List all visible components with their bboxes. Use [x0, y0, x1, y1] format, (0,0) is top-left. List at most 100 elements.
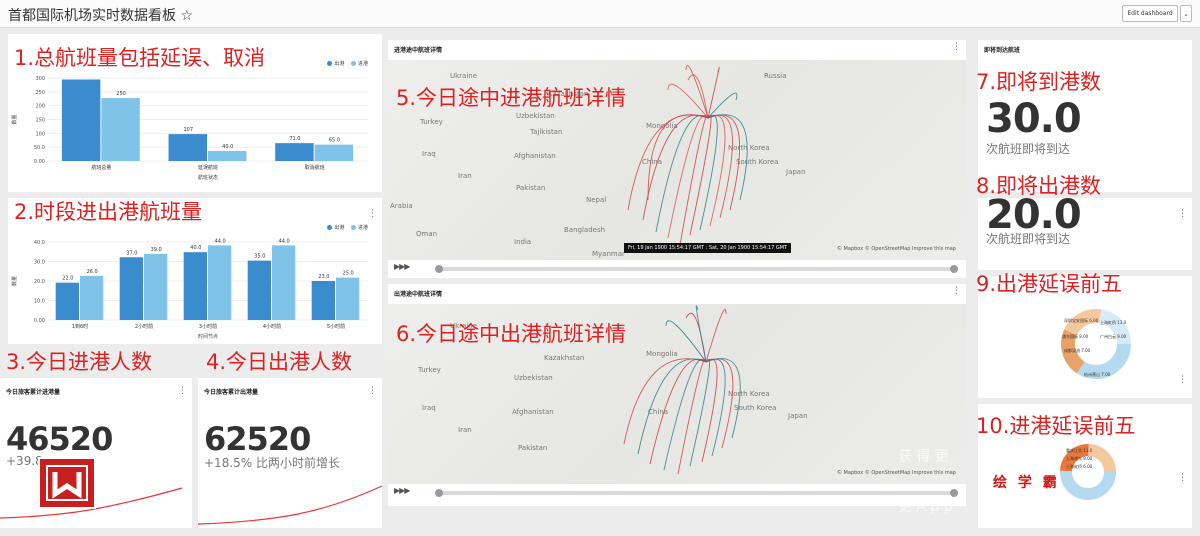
bar-value-label: 250	[116, 91, 126, 97]
edit-dashboard-button[interactable]: Edit dashboard	[1122, 5, 1178, 22]
panel-title: 进港途中航班详情	[394, 47, 443, 54]
time-slider-start-handle[interactable]	[435, 489, 443, 497]
flight-arc	[642, 114, 709, 221]
arrival-count: 30.0	[986, 96, 1082, 142]
bar[interactable]	[247, 260, 271, 320]
annotation-7: 7.即将到港数	[976, 70, 1102, 94]
y-tick-label: 0.00	[34, 318, 45, 324]
y-tick-label: 30.0	[34, 260, 45, 266]
flight-arc	[705, 358, 741, 439]
bar[interactable]	[119, 257, 143, 320]
y-tick-label: 0.00	[34, 159, 45, 165]
annotation-4: 4.今日出港人数	[206, 350, 353, 374]
donut-label: 深圳宝安国际 6.00	[1064, 318, 1099, 323]
x-tick-label: 1到6时	[72, 323, 88, 330]
bar[interactable]	[144, 253, 168, 320]
dashboard-title: 首都国际机场实时数据看板 ☆	[8, 8, 194, 24]
bar[interactable]	[55, 282, 79, 320]
dashboard-header: 首都国际机场实时数据看板 ☆ Edit dashboard ⌄	[0, 0, 1200, 28]
bar-value-label: 37.0	[126, 250, 137, 256]
bar-value-label: 65.0	[329, 138, 340, 144]
x-axis-label: 时间节点	[198, 333, 218, 340]
annotation-2: 2.时段进出港航班量	[14, 200, 203, 224]
bar[interactable]	[101, 98, 140, 161]
annotation-5: 5.今日途中进港航班详情	[396, 86, 627, 110]
play-controls-icon[interactable]: ▶▶▶	[394, 262, 411, 271]
annotation-6: 6.今日途中出港航班详情	[396, 322, 627, 346]
bar[interactable]	[336, 277, 360, 320]
x-axis-label: 航班状态	[198, 174, 218, 181]
panel-menu-icon[interactable]: ⋮	[952, 43, 961, 52]
watermark-brand: 绘 学 霸	[993, 475, 1060, 491]
passenger-out-panel: 今日旅客累计出港量 ⋮ 62520 +18.5% 比两小时前增长	[198, 378, 382, 528]
x-tick-label: 2小时前	[135, 323, 153, 330]
y-tick-label: 250	[35, 90, 45, 96]
bar[interactable]	[183, 252, 207, 320]
bar[interactable]	[275, 143, 314, 161]
flight-arc	[705, 309, 727, 363]
y-tick-label: 150	[35, 118, 45, 124]
y-tick-label: 40.0	[34, 240, 45, 246]
time-slider-end-handle[interactable]	[950, 265, 958, 273]
x-tick-label: 3小时前	[199, 323, 217, 330]
bar-value-label: 23.0	[318, 274, 329, 280]
flight-arc	[707, 114, 741, 211]
bar[interactable]	[168, 134, 207, 161]
bar[interactable]	[314, 144, 354, 161]
bar[interactable]	[208, 245, 232, 320]
bar[interactable]	[272, 245, 296, 320]
time-slider-track[interactable]	[438, 267, 956, 271]
time-tooltip: Fri, 19 Jan 1900 15:54:17 GMT : Sat, 20 …	[624, 243, 792, 253]
bar-value-label: 22.0	[62, 276, 73, 282]
inbound-map-panel: 进港途中航班详情 ⋮ Ukraine Kazakhstan Uzbekistan…	[388, 40, 966, 278]
time-slider-track[interactable]	[438, 491, 956, 495]
x-tick-label: 航班总量	[91, 164, 111, 171]
bar-value-label: 44.0	[215, 238, 226, 244]
bar[interactable]	[208, 150, 247, 161]
flight-arc	[623, 358, 707, 445]
donut-label: 重庆江北 11.0	[1066, 448, 1093, 453]
annotation-8: 8.即将出港数	[976, 174, 1102, 198]
watermark: 更 A p p	[898, 499, 953, 515]
bar-value-label: 25.0	[343, 271, 354, 277]
flight-arc	[685, 312, 707, 363]
arrival-panel: 即将到达航班 30.0 次航班即将到达	[978, 40, 1192, 192]
y-axis-label: 数量	[11, 114, 18, 124]
bar-value-label: 26.0	[87, 269, 98, 275]
panel-menu-icon[interactable]: ⋮	[1178, 474, 1187, 483]
outbound-map-panel: 出港途中航班详情 ⋮ Ukraine Kazakhstan Uzbekistan…	[388, 284, 966, 506]
y-tick-label: 10.0	[34, 299, 45, 305]
panel-menu-icon[interactable]: ⋮	[1178, 210, 1187, 219]
x-tick-label: 5小时前	[327, 323, 345, 330]
time-slider-start-handle[interactable]	[435, 265, 443, 273]
bar-value-label: 44.0	[279, 238, 290, 244]
dropdown-caret-button[interactable]: ⌄	[1180, 5, 1192, 22]
donut-label: 广州白云 9.00	[1100, 334, 1127, 339]
x-tick-label: 延误航班	[198, 164, 218, 171]
donut-label: 浦东国际 8.00	[1062, 334, 1089, 339]
flight-arc	[707, 114, 748, 201]
y-axis-label: 数量	[11, 276, 18, 286]
annotation-3: 3.今日进港人数	[6, 350, 153, 374]
panel-menu-icon[interactable]: ⋮	[952, 287, 961, 296]
panel-title: 出港途中航班详情	[394, 291, 443, 298]
brand-logo	[38, 457, 96, 509]
y-tick-label: 200	[35, 104, 45, 110]
bar-value-label: 71.0	[289, 136, 300, 142]
bar[interactable]	[311, 281, 335, 320]
bar-value-label: 40.0	[190, 245, 201, 251]
play-controls-icon[interactable]: ▶▶▶	[394, 486, 411, 495]
map-attribution[interactable]: © Mapbox © OpenStreetMap Improve this ma…	[837, 246, 956, 252]
map-attribution[interactable]: © Mapbox © OpenStreetMap Improve this ma…	[837, 470, 956, 476]
flight-arc	[687, 74, 709, 119]
flight-arc	[701, 358, 718, 463]
annotation-9: 9.出港延误前五	[976, 272, 1123, 296]
x-tick-label: 4小时前	[263, 323, 281, 330]
flight-arc	[705, 358, 734, 449]
donut-label: 成都双流 7.00	[1064, 348, 1091, 353]
donut-label: 上海虹桥 6.00	[1066, 464, 1093, 469]
bar[interactable]	[61, 79, 101, 161]
x-tick-label: 取消航班	[305, 164, 325, 171]
bar[interactable]	[80, 275, 104, 320]
flight-arc	[689, 358, 711, 467]
